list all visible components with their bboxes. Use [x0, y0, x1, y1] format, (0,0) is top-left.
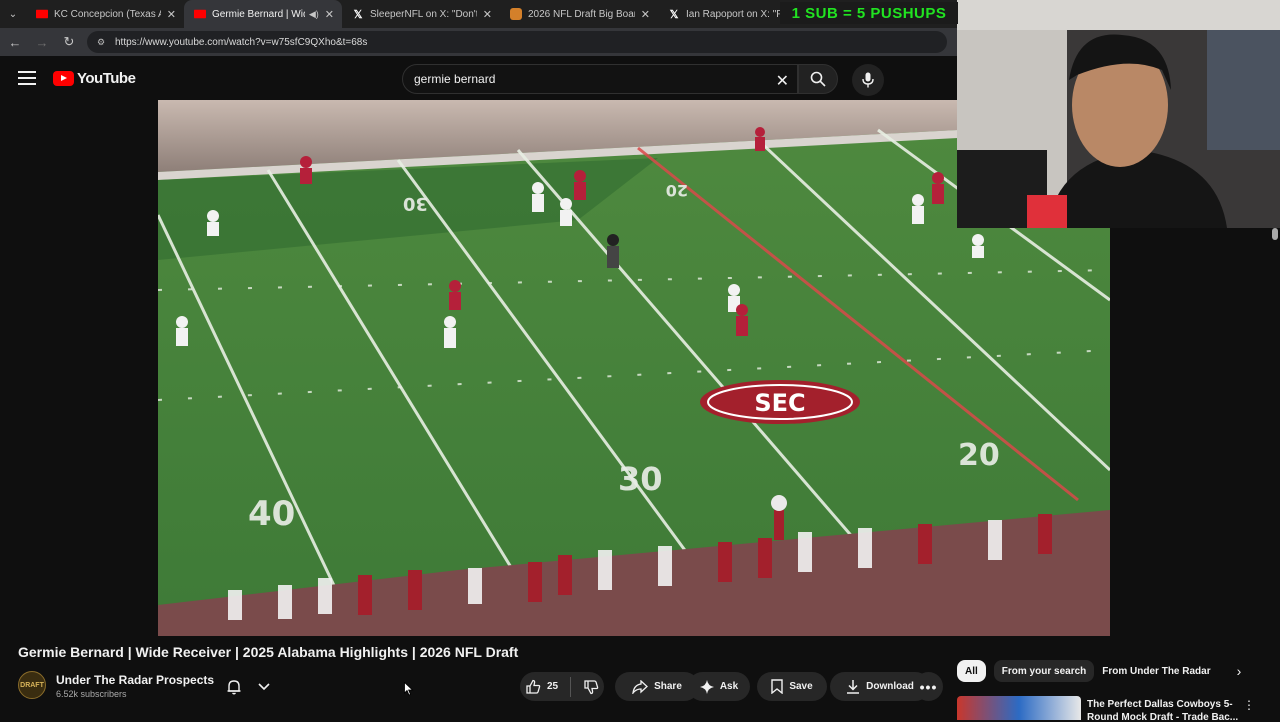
search-input[interactable]: germie bernard ✕	[402, 64, 798, 94]
channel-avatar-text: DRAFT	[20, 681, 44, 689]
save-label: Save	[789, 681, 813, 692]
url-field[interactable]: ⚙ https://www.youtube.com/watch?v=w75sfC…	[87, 31, 947, 53]
thumbs-down-icon[interactable]	[583, 679, 599, 695]
close-tab-icon[interactable]: ✕	[167, 8, 176, 21]
like-divider	[570, 676, 572, 697]
sec-field-logo: SEC	[700, 380, 860, 424]
red-lamp	[1027, 195, 1067, 228]
x-favicon-icon: 𝕏	[353, 8, 363, 21]
channel-name[interactable]: Under The Radar Prospects	[56, 673, 214, 687]
sparkle-icon	[699, 679, 714, 694]
recommendation-filter-chips: All From your search From Under The Rada…	[957, 659, 1280, 683]
download-icon	[847, 680, 860, 694]
subscriber-challenge-banner: 1 SUB = 5 PUSHUPS	[780, 2, 958, 24]
subscriber-count: 6.52k subscribers	[56, 689, 127, 699]
clear-search-icon[interactable]: ✕	[776, 71, 789, 91]
voice-search-button[interactable]	[852, 64, 884, 96]
ask-label: Ask	[719, 681, 739, 692]
yard-number-20: 20	[958, 438, 1000, 473]
notification-bell-button[interactable]	[218, 673, 278, 701]
youtube-favicon-icon	[36, 9, 48, 19]
youtube-logo[interactable]: YouTube	[53, 69, 136, 87]
page-scrollbar[interactable]	[1270, 228, 1280, 638]
bookmark-icon	[771, 679, 784, 694]
yard-number-20-far: 20	[666, 181, 688, 200]
yard-number-30-far: 30	[403, 193, 428, 214]
recommended-video-thumbnail[interactable]	[957, 696, 1081, 720]
chevron-right-icon[interactable]: ›	[1227, 659, 1251, 683]
site-info-icon[interactable]: ⚙	[97, 37, 107, 47]
streamer-webcam-feed	[957, 0, 1280, 228]
recommended-video-title[interactable]: The Perfect Dallas Cowboys 5-Round Mock …	[1087, 698, 1247, 722]
chevron-down-icon	[258, 683, 270, 691]
youtube-header: YouTube germie bernard ✕	[0, 56, 958, 100]
share-icon	[632, 679, 649, 694]
webcam-overlay	[957, 0, 1280, 228]
close-tab-icon[interactable]: ✕	[641, 8, 650, 21]
channel-avatar[interactable]: DRAFT	[18, 671, 46, 699]
close-tab-icon[interactable]: ✕	[325, 8, 334, 21]
menu-icon[interactable]	[18, 71, 36, 85]
download-label: Download	[866, 681, 914, 692]
tab-search-chevron-icon[interactable]: ⌄	[0, 0, 26, 28]
browser-tab-active[interactable]: Germie Bernard | Wide Rec ◀) ✕	[184, 0, 342, 28]
chip-all[interactable]: All	[957, 660, 986, 682]
bell-icon	[227, 680, 241, 695]
search-query-text: germie bernard	[414, 72, 496, 86]
yard-number-30: 30	[618, 460, 663, 498]
forward-arrow-icon[interactable]: →	[30, 30, 54, 54]
browser-tab[interactable]: 2026 NFL Draft Big Board | Tan ✕	[500, 0, 658, 28]
address-bar: ← → ↻ ⚙ https://www.youtube.com/watch?v=…	[0, 28, 958, 56]
mouse-cursor-icon	[404, 682, 414, 696]
scrollbar-thumb[interactable]	[1272, 228, 1278, 240]
video-title: Germie Bernard | Wide Receiver | 2025 Al…	[18, 644, 519, 660]
browser-tab[interactable]: KC Concepcion (Texas A&M) II ✕	[26, 0, 184, 28]
search-button[interactable]	[798, 64, 838, 94]
chip-from-your-search[interactable]: From your search	[993, 660, 1095, 682]
back-arrow-icon[interactable]: ←	[3, 30, 27, 54]
like-dislike-group: 25	[520, 672, 604, 701]
tab-label: 2026 NFL Draft Big Board | Tan	[528, 8, 635, 20]
browser-tab[interactable]: 𝕏 SleeperNFL on X: "Don't worry ✕	[342, 0, 500, 28]
thumbs-up-icon[interactable]	[525, 679, 541, 695]
chip-from-channel[interactable]: From Under The Radar P	[1102, 660, 1212, 682]
more-vertical-icon[interactable]: ⋮	[1243, 698, 1255, 712]
tab-label: KC Concepcion (Texas A&M) II	[54, 8, 161, 20]
x-favicon-icon: 𝕏	[669, 8, 679, 21]
recommended-video[interactable]: The Perfect Dallas Cowboys 5-Round Mock …	[957, 696, 1280, 722]
more-horizontal-icon: •••	[919, 678, 938, 695]
url-text: https://www.youtube.com/watch?v=w75sfC9Q…	[115, 36, 368, 48]
tab-label: Germie Bernard | Wide Rec	[212, 8, 305, 20]
channel-actions-row: DRAFT Under The Radar Prospects 6.52k su…	[18, 671, 948, 703]
youtube-favicon-icon	[194, 9, 206, 19]
share-button[interactable]: Share	[615, 672, 699, 701]
close-tab-icon[interactable]: ✕	[483, 8, 492, 21]
speaker-icon[interactable]: ◀)	[309, 9, 319, 20]
youtube-play-icon	[53, 70, 74, 86]
ask-button[interactable]: Ask	[688, 672, 750, 701]
draft-favicon-icon	[510, 8, 522, 20]
like-count[interactable]: 25	[547, 681, 558, 692]
search-icon	[810, 71, 826, 87]
microphone-icon	[862, 72, 874, 88]
share-label: Share	[654, 681, 682, 692]
reload-icon[interactable]: ↻	[57, 30, 81, 54]
more-actions-button[interactable]: •••	[914, 672, 943, 701]
youtube-logo-text: YouTube	[77, 69, 136, 87]
tab-label: SleeperNFL on X: "Don't worry	[370, 8, 477, 20]
save-button[interactable]: Save	[757, 672, 827, 701]
svg-text:SEC: SEC	[754, 389, 805, 417]
yard-number-40: 40	[248, 494, 295, 534]
